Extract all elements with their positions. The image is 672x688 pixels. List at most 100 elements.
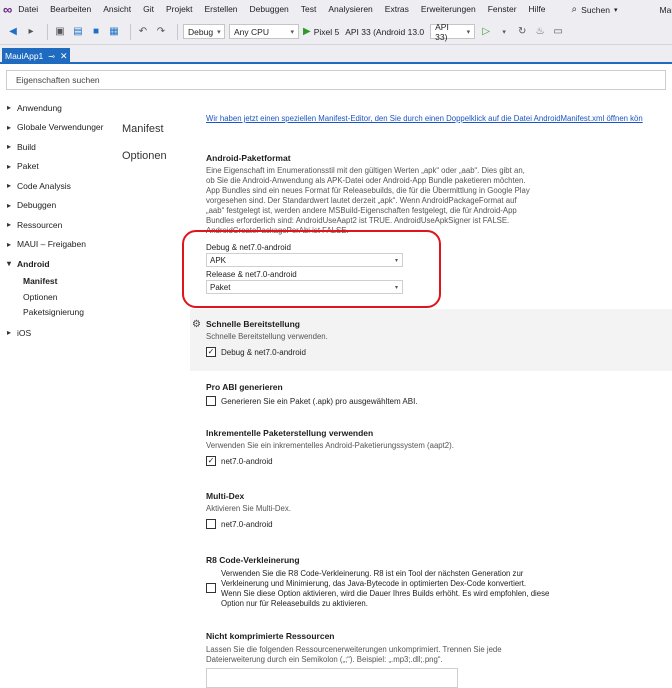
description-line: App Bundles sind ein neues Format für Re… bbox=[206, 186, 530, 195]
document-tab-strip: MauiApp1 ⊸ ✕ bbox=[0, 45, 672, 64]
incremental-packaging-checkbox[interactable]: ✓ bbox=[206, 456, 216, 466]
nav-item-code-analysis[interactable]: ▸ Code Analysis bbox=[0, 176, 110, 196]
nav-item-anwendung[interactable]: ▸ Anwendung bbox=[0, 98, 110, 118]
device-icon[interactable]: ▭ bbox=[551, 25, 565, 39]
fast-deploy-checkbox-label: Debug & net7.0-android bbox=[221, 348, 306, 357]
menu-search[interactable]: ⌕ Suchen ▾ bbox=[572, 4, 618, 15]
r8-checkbox[interactable] bbox=[206, 583, 216, 593]
menu-debuggen[interactable]: Debuggen bbox=[244, 0, 295, 19]
menu-git[interactable]: Git bbox=[137, 0, 160, 19]
chevron-right-icon: ▸ bbox=[7, 103, 12, 113]
menu-analysieren[interactable]: Analysieren bbox=[322, 0, 378, 19]
manifest-editor-link[interactable]: Wir haben jetzt einen speziellen Manifes… bbox=[206, 114, 643, 123]
back-icon[interactable]: ◀ bbox=[6, 25, 20, 39]
nav-subitem-optionen[interactable]: Optionen bbox=[0, 289, 110, 305]
nav-item-maui-freigaben[interactable]: ▸ MAUI – Freigaben bbox=[0, 235, 110, 255]
undo-icon[interactable]: ↶ bbox=[136, 25, 150, 39]
chevron-right-icon: ▸ bbox=[7, 220, 12, 230]
gear-icon[interactable]: ⚙ bbox=[192, 319, 201, 330]
configuration-value: Debug bbox=[188, 26, 214, 37]
multidex-checkbox-label: net7.0-android bbox=[221, 520, 273, 529]
multidex-checkbox[interactable] bbox=[206, 519, 216, 529]
hot-reload-icon[interactable]: ♨ bbox=[533, 25, 547, 39]
pro-abi-checkbox[interactable] bbox=[206, 396, 216, 406]
section-label-manifest: Manifest bbox=[122, 123, 164, 135]
api-select[interactable]: API 33) ▾ bbox=[430, 21, 476, 42]
nav-item-android[interactable]: ▾ Android bbox=[0, 254, 110, 274]
refresh-icon[interactable]: ↻ bbox=[515, 25, 529, 39]
run-button[interactable]: ▶ Pixel 5 bbox=[303, 26, 339, 37]
close-icon[interactable]: ✕ bbox=[60, 51, 68, 62]
chevron-down-icon: ▾ bbox=[7, 259, 12, 269]
nav-item-label: iOS bbox=[17, 327, 32, 338]
fast-deploy-description: Schnelle Bereitstellung verwenden. bbox=[206, 332, 328, 341]
multidex-title: Multi-Dex bbox=[206, 491, 245, 501]
save-all-icon[interactable]: ▦ bbox=[107, 25, 121, 39]
start-without-debugging-icon[interactable]: ▷ bbox=[479, 25, 493, 39]
toolbar: ◀ ▸ ▣ ▤ ■ ▦ ↶ ↷ Debug ▾ Any CPU ▾ ▶ Pixe… bbox=[0, 19, 672, 45]
nav-subitem-manifest[interactable]: Manifest bbox=[0, 274, 110, 290]
pin-icon[interactable]: ⊸ bbox=[48, 52, 55, 61]
nav-item-ios[interactable]: ▸ iOS bbox=[0, 323, 110, 343]
api-select-value: API 33) bbox=[435, 21, 449, 42]
nav-subitem-paketsignierung[interactable]: Paketsignierung bbox=[0, 305, 110, 321]
description-line: Eine Eigenschaft im Enumerationsstil mit… bbox=[206, 166, 525, 175]
nav-item-label: Ressourcen bbox=[17, 219, 63, 230]
description-line: Dateierweiterung durch ein Semikolon („;… bbox=[206, 655, 443, 664]
multidex-description: Aktivieren Sie Multi-Dex. bbox=[206, 504, 291, 513]
menu-datei[interactable]: Datei bbox=[12, 0, 44, 19]
tab-label: MauiApp1 bbox=[5, 51, 44, 61]
incremental-packaging-checkbox-label: net7.0-android bbox=[221, 457, 273, 466]
description-line: Wenn Sie diese Option aktivieren, wird d… bbox=[221, 589, 550, 598]
visual-studio-logo-icon[interactable]: ∞ bbox=[3, 0, 12, 19]
chevron-right-icon: ▸ bbox=[7, 200, 12, 210]
pro-abi-checkbox-label: Generieren Sie ein Paket (.apk) pro ausg… bbox=[221, 397, 418, 406]
forward-icon[interactable]: ▸ bbox=[24, 25, 38, 39]
menu-erweiterungen[interactable]: Erweiterungen bbox=[415, 0, 482, 19]
menu-test[interactable]: Test bbox=[295, 0, 323, 19]
solution-name: MauiApp1 bbox=[659, 4, 672, 15]
nav-item-ressourcen[interactable]: ▸ Ressourcen bbox=[0, 215, 110, 235]
pro-abi-title: Pro ABI generieren bbox=[206, 382, 283, 392]
chevron-right-icon: ▸ bbox=[7, 181, 12, 191]
properties-nav: ▸ Anwendung ▸ Globale Verwendunger ▸ Bui… bbox=[0, 98, 110, 343]
menu-fenster[interactable]: Fenster bbox=[482, 0, 523, 19]
chevron-down-icon: ▾ bbox=[614, 6, 618, 14]
menu-bar: ∞ Datei Bearbeiten Ansicht Git Projekt E… bbox=[0, 0, 672, 19]
menu-projekt[interactable]: Projekt bbox=[160, 0, 198, 19]
uncompressed-extensions-input[interactable] bbox=[206, 668, 458, 688]
save-icon[interactable]: ■ bbox=[89, 25, 103, 39]
menu-bearbeiten[interactable]: Bearbeiten bbox=[44, 0, 97, 19]
description-line: Bundles erforderlich sind: AndroidUseAap… bbox=[206, 216, 510, 225]
menu-hilfe[interactable]: Hilfe bbox=[523, 0, 552, 19]
configuration-select[interactable]: Debug ▾ bbox=[183, 24, 225, 39]
nav-item-label: Code Analysis bbox=[17, 180, 71, 191]
new-project-icon[interactable]: ▣ bbox=[53, 25, 67, 39]
menu-erstellen[interactable]: Erstellen bbox=[198, 0, 243, 19]
chevron-right-icon: ▸ bbox=[7, 122, 12, 132]
nav-item-build[interactable]: ▸ Build bbox=[0, 137, 110, 157]
menu-ansicht[interactable]: Ansicht bbox=[97, 0, 137, 19]
redo-icon[interactable]: ↷ bbox=[154, 25, 168, 39]
open-folder-icon[interactable]: ▤ bbox=[71, 25, 85, 39]
nav-item-label: Anwendung bbox=[17, 102, 62, 113]
r8-description: Verwenden Sie die R8 Code-Verkleinerung.… bbox=[221, 569, 549, 609]
uncompressed-resources-title: Nicht komprimierte Ressourcen bbox=[206, 631, 335, 641]
nav-item-globale-verwendungen[interactable]: ▸ Globale Verwendunger bbox=[0, 118, 110, 138]
chevron-down-icon: ▾ bbox=[290, 28, 294, 36]
platform-select[interactable]: Any CPU ▾ bbox=[229, 24, 299, 39]
toolbar-separator bbox=[47, 23, 48, 40]
chevron-down-icon: ▾ bbox=[217, 28, 221, 36]
search-icon: ⌕ bbox=[571, 4, 578, 15]
dropdown-icon[interactable]: ▾ bbox=[497, 25, 511, 39]
description-line: Verkleinerung und Minimierung, das Java-… bbox=[221, 579, 527, 588]
menu-extras[interactable]: Extras bbox=[379, 0, 415, 19]
platform-value: Any CPU bbox=[234, 26, 269, 37]
tab-mauiapp1[interactable]: MauiApp1 ⊸ ✕ bbox=[2, 48, 70, 64]
description-line: „aab“ festgelegt ist, werden andere MSBu… bbox=[206, 206, 517, 215]
nav-item-paket[interactable]: ▸ Paket bbox=[0, 157, 110, 177]
fast-deploy-checkbox[interactable]: ✓ bbox=[206, 347, 216, 357]
properties-search-input[interactable]: Eigenschaften suchen bbox=[6, 70, 666, 90]
nav-item-debuggen[interactable]: ▸ Debuggen bbox=[0, 196, 110, 216]
nav-item-label: Globale Verwendunger bbox=[17, 122, 104, 133]
